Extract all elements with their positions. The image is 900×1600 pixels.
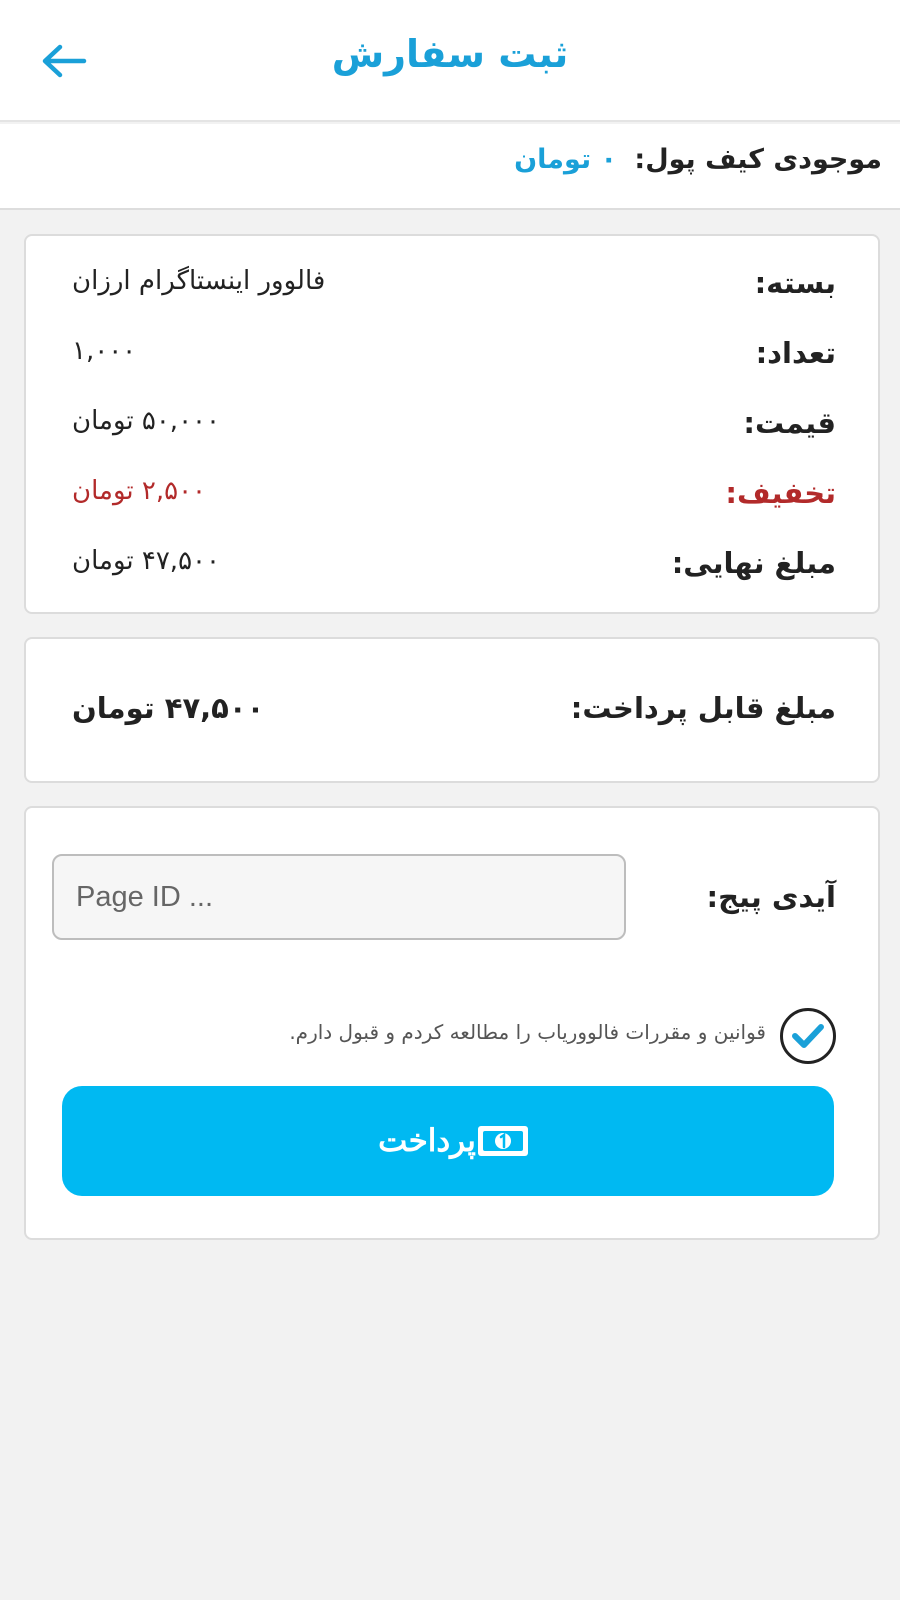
quantity-value: ۱,۰۰۰: [72, 336, 137, 366]
final-amount-label: مبلغ نهایی:: [671, 546, 836, 580]
terms-row: قوانین و مقررات فالووریاب را مطالعه کردم…: [52, 1008, 836, 1068]
final-amount-row: مبلغ نهایی: ۴۷,۵۰۰ تومان: [72, 546, 836, 596]
quantity-row: تعداد: ۱,۰۰۰: [72, 336, 836, 386]
price-value: ۵۰,۰۰۰ تومان: [72, 406, 220, 436]
price-row: قیمت: ۵۰,۰۰۰ تومان: [72, 406, 836, 456]
package-value: فالوور اینستاگرام ارزان: [72, 266, 326, 296]
order-form-card: آیدی پیج: قوانین و مقررات فالووریاب را م…: [24, 806, 880, 1240]
app-header: ثبت سفارش: [0, 0, 900, 122]
discount-row: تخفیف: ۲,۵۰۰ تومان: [72, 476, 836, 526]
discount-label: تخفیف:: [725, 476, 836, 510]
order-details-card: بسته: فالوور اینستاگرام ارزان تعداد: ۱,۰…: [24, 234, 880, 614]
package-row: بسته: فالوور اینستاگرام ارزان: [72, 266, 836, 316]
pay-button[interactable]: پرداخت: [62, 1086, 834, 1196]
page-id-input[interactable]: [52, 854, 626, 940]
money-bill-icon: [476, 1124, 530, 1158]
price-label: قیمت:: [743, 406, 836, 440]
payable-amount-card: مبلغ قابل پرداخت: ۴۷,۵۰۰ تومان: [24, 637, 880, 783]
terms-checkbox[interactable]: [780, 1008, 836, 1064]
pay-button-label: پرداخت: [378, 1123, 476, 1158]
wallet-balance-bar: موجودی کیف پول: ۰ تومان: [0, 124, 900, 210]
wallet-balance: موجودی کیف پول: ۰ تومان: [514, 144, 882, 175]
checkmark-icon: [792, 1024, 824, 1048]
payable-row: مبلغ قابل پرداخت: ۴۷,۵۰۰ تومان: [72, 691, 836, 741]
terms-text: قوانین و مقررات فالووریاب را مطالعه کردم…: [289, 1020, 766, 1044]
wallet-amount: ۰ تومان: [514, 144, 617, 175]
wallet-label: موجودی کیف پول:: [634, 144, 882, 175]
payable-label: مبلغ قابل پرداخت:: [570, 691, 836, 725]
page-title: ثبت سفارش: [331, 32, 569, 76]
page-id-label: آیدی پیج:: [706, 880, 836, 914]
final-amount-value: ۴۷,۵۰۰ تومان: [72, 546, 220, 576]
payable-amount: ۴۷,۵۰۰ تومان: [72, 691, 265, 725]
package-label: بسته:: [754, 266, 836, 300]
discount-value: ۲,۵۰۰ تومان: [72, 476, 206, 506]
quantity-label: تعداد:: [755, 336, 836, 370]
